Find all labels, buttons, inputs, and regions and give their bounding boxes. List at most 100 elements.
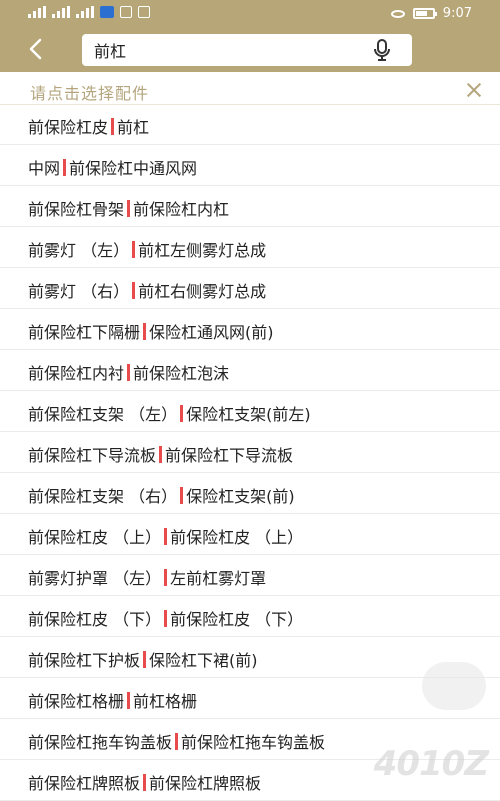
part-name: 前保险杠格栅 [28, 692, 125, 711]
separator-bar [175, 733, 179, 750]
part-name: 前保险杠内衬 [28, 364, 125, 383]
list-item-text: 前保险杠支架 （左） 保险杠支架(前左) [28, 401, 311, 425]
separator-bar [164, 528, 168, 545]
list-item-text: 前保险杠皮 （上） 前保险杠皮 （上） [28, 524, 303, 548]
list-item[interactable]: 前保险杠下隔栅 保险杠通风网(前) [0, 309, 500, 350]
list-item-text: 前保险杠骨架 前保险杠内杠 [28, 196, 229, 220]
part-alias: 前保险杠皮 （上） [170, 528, 304, 547]
list-item[interactable]: 前保险杠下导流板 前保险杠下导流板 [0, 432, 500, 473]
hint-row: 请点击选择配件 [0, 78, 500, 105]
part-name: 前雾灯 （左） [28, 241, 130, 260]
list-item[interactable]: 中网 前保险杠中通风网 [0, 145, 500, 186]
search-input[interactable] [94, 39, 354, 61]
status-left-icons [28, 6, 150, 18]
list-item[interactable]: 前保险杠内衬 前保险杠泡沫 [0, 350, 500, 391]
part-name: 前保险杠下护板 [28, 651, 141, 670]
back-arrow-icon[interactable] [24, 36, 50, 62]
separator-bar [127, 200, 131, 217]
list-item-text: 前保险杠拖车钩盖板 前保险杠拖车钩盖板 [28, 729, 325, 753]
battery-fill [415, 11, 427, 16]
part-name: 前雾灯 （右） [28, 282, 130, 301]
list-item[interactable]: 前保险杠骨架 前保险杠内杠 [0, 186, 500, 227]
separator-bar [127, 692, 131, 709]
search-box[interactable] [82, 34, 412, 66]
part-name: 前保险杠下导流板 [28, 446, 157, 465]
part-name: 中网 [28, 159, 61, 178]
separator-bar [132, 282, 136, 299]
part-alias: 前保险杠泡沫 [133, 364, 230, 383]
separator-bar [159, 446, 163, 463]
part-alias: 前杠 [117, 118, 150, 137]
battery-icon [412, 8, 437, 19]
separator-bar [143, 323, 147, 340]
microphone-icon[interactable] [370, 38, 394, 62]
signal-2-icon [52, 6, 70, 18]
separator-bar [180, 405, 184, 422]
separator-bar [143, 651, 147, 668]
list-item-text: 前保险杠格栅 前杠格栅 [28, 688, 197, 712]
part-alias: 保险杠通风网(前) [149, 323, 274, 342]
list-item-text: 前保险杠牌照板 前保险杠牌照板 [28, 770, 261, 794]
separator-bar [143, 774, 147, 791]
part-name: 前保险杠牌照板 [28, 774, 141, 793]
list-item[interactable]: 前雾灯护罩 （左） 左前杠雾灯罩 [0, 555, 500, 596]
part-alias: 保险杠支架(前) [186, 487, 295, 506]
part-name: 前保险杠皮 （上） [28, 528, 162, 547]
part-name: 前保险杠骨架 [28, 200, 125, 219]
status-time: 9:07 [442, 6, 472, 21]
signal-icon [28, 6, 46, 18]
separator-bar [111, 118, 115, 135]
part-alias: 前保险杠下导流板 [165, 446, 294, 465]
part-alias: 左前杠雾灯罩 [170, 569, 267, 588]
part-alias: 前保险杠牌照板 [149, 774, 262, 793]
floating-ball-button[interactable] [422, 662, 486, 710]
part-name: 前保险杠拖车钩盖板 [28, 733, 173, 752]
separator-bar [132, 241, 136, 258]
part-alias: 前保险杠中通风网 [69, 159, 198, 178]
list-item-text: 前保险杠下导流板 前保险杠下导流板 [28, 442, 293, 466]
list-item-text: 前雾灯 （右） 前杠右侧雾灯总成 [28, 278, 266, 302]
part-name: 前保险杠皮 （下） [28, 610, 162, 629]
status-right-icons: 9:07 [390, 6, 472, 21]
list-item-text: 前保险杠内衬 前保险杠泡沫 [28, 360, 229, 384]
list-item[interactable]: 前保险杠支架 （左） 保险杠支架(前左) [0, 391, 500, 432]
list-item-text: 前保险杠支架 （右） 保险杠支架(前) [28, 483, 295, 507]
part-alias: 前杠格栅 [133, 692, 198, 711]
list-item[interactable]: 前雾灯 （左） 前杠左侧雾灯总成 [0, 227, 500, 268]
list-item[interactable]: 前保险杠皮 （下） 前保险杠皮 （下） [0, 596, 500, 637]
part-name: 前保险杠下隔栅 [28, 323, 141, 342]
list-item-text: 前保险杠皮 前杠 [28, 114, 149, 138]
search-header [0, 28, 500, 72]
part-alias: 前保险杠内杠 [133, 200, 230, 219]
list-item-text: 前保险杠下护板 保险杠下裙(前) [28, 647, 258, 671]
list-item-text: 前保险杠皮 （下） 前保险杠皮 （下） [28, 606, 303, 630]
part-name: 前保险杠皮 [28, 118, 109, 137]
separator-bar [127, 364, 131, 381]
eye-icon [390, 9, 405, 18]
separator-bar [180, 487, 184, 504]
list-item[interactable]: 前保险杠皮 前杠 [0, 104, 500, 145]
list-item-text: 前雾灯 （左） 前杠左侧雾灯总成 [28, 237, 266, 261]
signal-3-icon [76, 6, 94, 18]
message-icon [138, 6, 150, 18]
separator-bar [164, 610, 168, 627]
list-item-text: 中网 前保险杠中通风网 [28, 155, 197, 179]
list-item[interactable]: 前保险杠支架 （右） 保险杠支架(前) [0, 473, 500, 514]
part-alias: 保险杠支架(前左) [186, 405, 311, 424]
list-item-text: 前保险杠下隔栅 保险杠通风网(前) [28, 319, 274, 343]
hint-text: 请点击选择配件 [30, 84, 150, 103]
status-bar: 9:07 [0, 0, 500, 28]
list-item[interactable]: 前保险杠皮 （上） 前保险杠皮 （上） [0, 514, 500, 555]
close-icon[interactable] [466, 82, 482, 98]
part-name: 前保险杠支架 （右） [28, 487, 178, 506]
part-alias: 前保险杠拖车钩盖板 [181, 733, 326, 752]
part-alias: 前杠右侧雾灯总成 [138, 282, 267, 301]
part-alias: 保险杠下裙(前) [149, 651, 258, 670]
separator-bar [63, 159, 67, 176]
part-name: 前雾灯护罩 （左） [28, 569, 162, 588]
part-name: 前保险杠支架 （左） [28, 405, 178, 424]
part-alias: 前保险杠皮 （下） [170, 610, 304, 629]
watermark-logo: 4010Z [373, 744, 489, 784]
accessibility-icon [100, 6, 114, 18]
list-item[interactable]: 前雾灯 （右） 前杠右侧雾灯总成 [0, 268, 500, 309]
